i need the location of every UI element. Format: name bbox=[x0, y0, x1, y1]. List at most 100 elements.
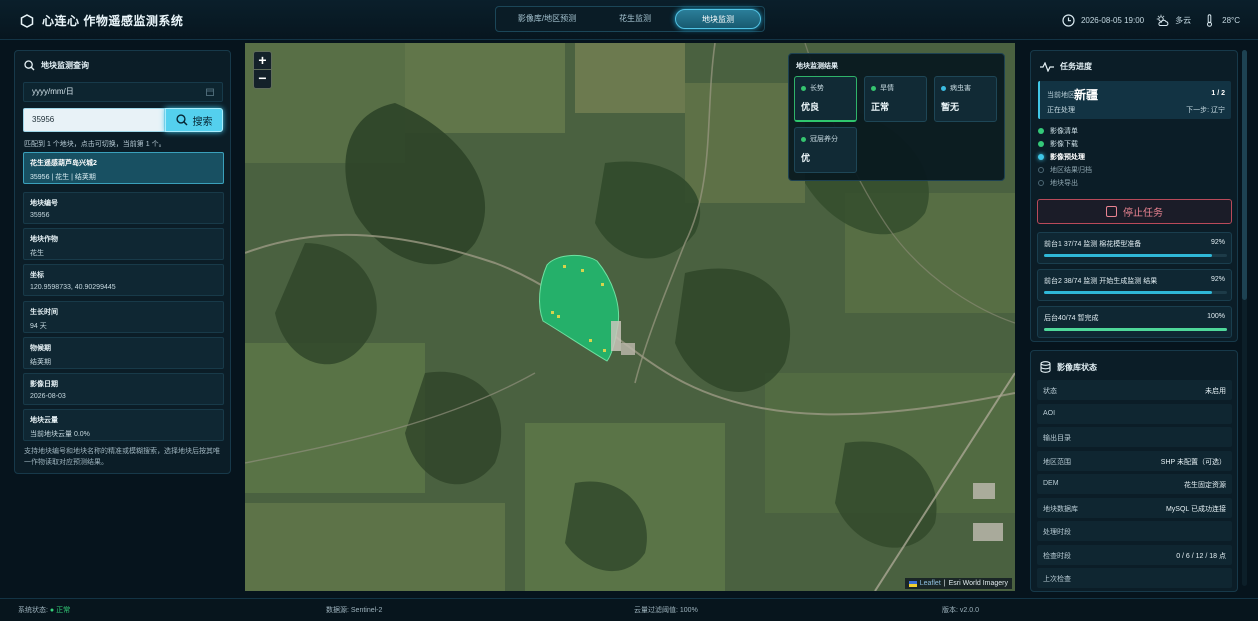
leaflet-link[interactable]: Leaflet bbox=[920, 580, 941, 587]
progress-fill bbox=[1044, 254, 1213, 257]
stop-task-label: 停止任务 bbox=[1123, 208, 1163, 219]
result-subtitle: 35956 | 花生 | 结荚期 bbox=[30, 174, 96, 181]
tab-plot-monitoring[interactable]: 地块监测 bbox=[675, 9, 761, 29]
field-phenology: 物候期 结荚期 bbox=[23, 337, 224, 369]
db-key: DEM bbox=[1043, 480, 1059, 487]
hexagon-logo-icon bbox=[20, 13, 34, 28]
step-pending-icon bbox=[1038, 166, 1044, 173]
status-dot-icon bbox=[941, 85, 946, 91]
status-dot-icon bbox=[801, 85, 806, 91]
right-scrollbar[interactable] bbox=[1242, 50, 1247, 586]
attribution-source: Esri World Imagery bbox=[948, 580, 1008, 587]
data-source: 数据源: Sentinel-2 bbox=[326, 607, 383, 614]
date-input[interactable]: yyyy/mm/日 bbox=[23, 82, 223, 102]
field-value: 35956 bbox=[30, 212, 50, 219]
map-attribution: Leaflet | Esri World Imagery bbox=[904, 578, 1012, 589]
region-name: 新疆 bbox=[1074, 88, 1099, 102]
step-label: 地区结果归档 bbox=[1050, 166, 1092, 174]
db-row-region: 地区范围 SHP 未配置（可选） bbox=[1037, 451, 1232, 471]
app-title: 心连心 作物遥感监测系统 bbox=[42, 14, 184, 28]
field-label: 生长时间 bbox=[30, 309, 58, 316]
stop-task-button[interactable]: 停止任务 bbox=[1037, 199, 1232, 224]
step-label: 影像预处理 bbox=[1050, 153, 1085, 161]
result-card-canopy: 冠层养分 优 bbox=[794, 127, 857, 173]
db-row-last-check: 上次检查 bbox=[1037, 568, 1232, 588]
status-dot-icon bbox=[801, 136, 806, 142]
field-value: 120.9598733, 40.90299445 bbox=[30, 284, 116, 291]
task-progress-panel: 任务进度 当前地区 新疆 1 / 2 正在处理 下一步: 辽宁 影像清单 影像下… bbox=[1030, 50, 1238, 342]
result-card-value: 暂无 bbox=[941, 102, 960, 112]
db-value: SHP 未配置（可选） bbox=[1160, 459, 1226, 466]
db-row-check-time: 检查时段 0 / 6 / 12 / 18 点 bbox=[1037, 545, 1232, 565]
search-icon bbox=[175, 114, 188, 126]
tab-image-library[interactable]: 影像库/地区预测 bbox=[499, 9, 595, 29]
db-key: AOI bbox=[1043, 410, 1056, 417]
field-value: 94 天 bbox=[30, 323, 47, 330]
region-count: 1 / 2 bbox=[1211, 90, 1225, 97]
db-key: 地块数据库 bbox=[1043, 506, 1078, 513]
result-card-growth: 长势 优良 bbox=[794, 76, 857, 122]
progress-item: 前台2 38/74 监测 开始生成监测 结果 92% bbox=[1037, 269, 1232, 301]
progress-fill bbox=[1044, 291, 1213, 294]
version-label: 版本: bbox=[942, 607, 958, 614]
result-card-label-text: 病虫害 bbox=[950, 85, 971, 92]
result-card-label-text: 旱情 bbox=[880, 85, 894, 92]
step-pending-icon bbox=[1038, 179, 1044, 186]
db-key: 处理时段 bbox=[1043, 529, 1071, 536]
progress-percent: 100% bbox=[1207, 313, 1225, 320]
progress-percent: 92% bbox=[1210, 276, 1225, 283]
step-item: 地块导出 bbox=[1038, 176, 1092, 189]
task-progress-title-text: 任务进度 bbox=[1060, 62, 1092, 71]
search-button[interactable]: 搜索 bbox=[165, 108, 223, 132]
search-result-item[interactable]: 花生遥感葫芦岛兴城2 35956 | 花生 | 结荚期 bbox=[23, 152, 224, 184]
db-key: 地区范围 bbox=[1043, 459, 1071, 466]
field-cloud-cover: 地块云量 当前地块云量 0.0% bbox=[23, 409, 224, 441]
step-active-icon bbox=[1038, 153, 1044, 160]
zoom-out-button[interactable]: − bbox=[254, 70, 271, 88]
field-coordinates: 坐标 120.9598733, 40.90299445 bbox=[23, 264, 224, 296]
calendar-icon[interactable] bbox=[206, 88, 214, 96]
cloud-threshold: 云量过滤阈值: 100% bbox=[634, 607, 698, 614]
progress-label: 前台1 37/74 监测 棉花模型准备 bbox=[1044, 241, 1142, 248]
image-library-title-text: 影像库状态 bbox=[1057, 362, 1097, 372]
region-label: 当前地区 bbox=[1047, 92, 1075, 99]
result-card-value: 优良 bbox=[801, 102, 820, 112]
tab-peanut-monitoring[interactable]: 花生监测 bbox=[599, 9, 671, 29]
plot-search-input[interactable]: 35956 bbox=[23, 108, 165, 132]
zoom-in-button[interactable]: + bbox=[254, 52, 271, 70]
header-weather: 多云 bbox=[1175, 16, 1192, 25]
scrollbar-thumb[interactable] bbox=[1242, 50, 1247, 300]
system-status: 系统状态: ● 正常 bbox=[18, 605, 70, 615]
ukraine-flag-icon bbox=[908, 580, 917, 587]
result-card-pest: 病虫害 暂无 bbox=[934, 76, 997, 122]
task-steps: 影像清单 影像下载 影像预处理 地区结果归档 地块导出 bbox=[1038, 124, 1092, 189]
plot-result-title: 地块监测结果 bbox=[796, 63, 838, 70]
db-key: 输出目录 bbox=[1043, 435, 1071, 442]
task-progress-title: 任务进度 bbox=[1040, 61, 1092, 72]
current-region-box: 当前地区 新疆 1 / 2 正在处理 下一步: 辽宁 bbox=[1038, 81, 1231, 119]
stop-square-icon bbox=[1106, 206, 1117, 217]
plot-result-overlay: 地块监测结果 长势 优良 旱情 正常 病虫害 暂无 冠层养分 优 bbox=[788, 53, 1005, 181]
step-label: 影像下载 bbox=[1050, 140, 1078, 148]
db-row-database: 地块数据库 MySQL 已成功连接 bbox=[1037, 498, 1232, 518]
region-next: 下一步: 辽宁 bbox=[1186, 107, 1225, 114]
db-key: 状态 bbox=[1043, 388, 1057, 395]
satellite-map[interactable]: + − Leaflet | Esri World Imagery 地块监测结果 … bbox=[245, 43, 1015, 591]
step-item: 影像下载 bbox=[1038, 137, 1092, 150]
version-info: 版本: v2.0.0 bbox=[942, 605, 979, 615]
db-row-dem: DEM 花生固定资源 bbox=[1037, 474, 1232, 494]
result-title: 花生遥感葫芦岛兴城2 bbox=[30, 160, 97, 167]
date-placeholder: yyyy/mm/日 bbox=[32, 87, 74, 96]
progress-percent: 92% bbox=[1210, 239, 1225, 246]
result-card-drought: 旱情 正常 bbox=[864, 76, 927, 122]
app-header: 心连心 作物遥感监测系统 影像库/地区预测 花生监测 地块监测 2026-08-… bbox=[0, 0, 1258, 40]
result-card-label: 旱情 bbox=[871, 83, 920, 93]
step-item: 地区结果归档 bbox=[1038, 163, 1092, 176]
field-plot-id: 地块编号 35956 bbox=[23, 192, 224, 224]
main-tabs: 影像库/地区预测 花生监测 地块监测 bbox=[495, 6, 765, 32]
db-key: 上次检查 bbox=[1043, 576, 1071, 583]
field-label: 物候期 bbox=[30, 345, 51, 352]
field-label: 地块编号 bbox=[30, 200, 58, 207]
progress-label: 后台40/74 暂完成 bbox=[1044, 315, 1099, 322]
result-card-label-text: 长势 bbox=[810, 85, 824, 92]
